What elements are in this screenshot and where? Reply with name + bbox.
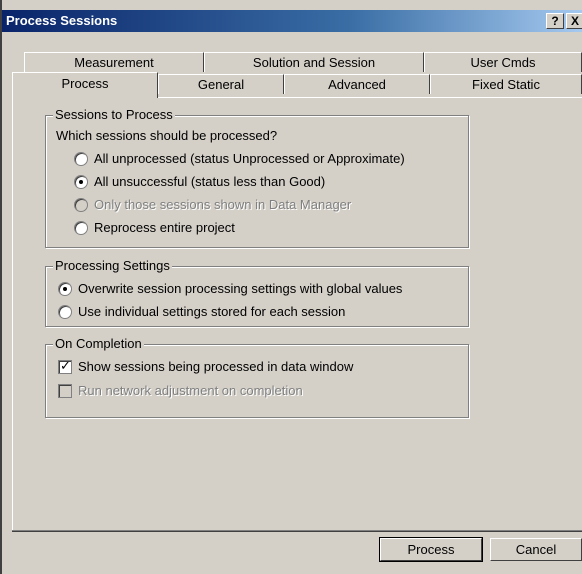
completion-group-title: On Completion [53,336,144,351]
radio-button[interactable] [74,152,88,166]
radio-all-unsuccessful[interactable]: All unsuccessful (status less than Good) [74,174,325,189]
radio-button-selected[interactable] [58,282,72,296]
tab-fixed-static[interactable]: Fixed Static [430,74,582,94]
radio-individual-settings[interactable]: Use individual settings stored for each … [58,304,345,319]
title-bar[interactable]: Process Sessions ? X [2,10,582,32]
sessions-question: Which sessions should be processed? [56,128,278,143]
settings-group-title: Processing Settings [53,258,172,273]
tab-advanced[interactable]: Advanced [284,74,430,94]
radio-reprocess-entire-project[interactable]: Reprocess entire project [74,220,235,235]
tab-solution-and-session[interactable]: Solution and Session [204,52,424,72]
checkbox-run-network-adjustment: Run network adjustment on completion [58,383,303,398]
checkbox-label: Show sessions being processed in data wi… [78,359,354,374]
radio-button[interactable] [58,305,72,319]
checkbox-checked[interactable]: ✓ [58,358,72,374]
checkbox-label: Run network adjustment on completion [78,383,303,398]
panel-divider [12,530,582,532]
radio-label: Overwrite session processing settings wi… [78,281,403,296]
sessions-to-process-group: Sessions to Process Which sessions shoul… [45,107,469,248]
radio-label: All unsuccessful (status less than Good) [94,174,326,189]
close-button[interactable]: X [566,13,582,29]
radio-button[interactable] [74,221,88,235]
tab-measurement[interactable]: Measurement [24,52,204,72]
radio-label: Only those sessions shown in Data Manage… [94,197,352,212]
checkbox-disabled [58,384,72,398]
tab-panel-process: Sessions to Process Which sessions shoul… [12,97,582,531]
process-sessions-dialog: Process Sessions ? X Measurement Solutio… [0,0,582,574]
checkbox-show-sessions[interactable]: ✓ Show sessions being processed in data … [58,358,354,374]
radio-label: Use individual settings stored for each … [78,304,346,319]
cancel-button[interactable]: Cancel [490,538,582,561]
radio-button-selected[interactable] [74,175,88,189]
radio-label: Reprocess entire project [94,220,235,235]
on-completion-group: On Completion ✓ Show sessions being proc… [45,336,469,418]
tab-user-cmds[interactable]: User Cmds [424,52,582,72]
radio-all-unprocessed[interactable]: All unprocessed (status Unprocessed or A… [74,151,405,166]
processing-settings-group: Processing Settings Overwrite session pr… [45,258,469,327]
tab-process[interactable]: Process [12,72,158,98]
radio-label: All unprocessed (status Unprocessed or A… [94,151,405,166]
radio-only-shown-sessions: Only those sessions shown in Data Manage… [74,197,351,212]
radio-button-disabled [74,198,88,212]
window-title: Process Sessions [6,13,118,28]
sessions-group-title: Sessions to Process [53,107,175,122]
help-button[interactable]: ? [546,13,564,29]
process-button[interactable]: Process [379,537,483,562]
radio-overwrite-settings[interactable]: Overwrite session processing settings wi… [58,281,402,296]
tab-general[interactable]: General [158,74,284,94]
